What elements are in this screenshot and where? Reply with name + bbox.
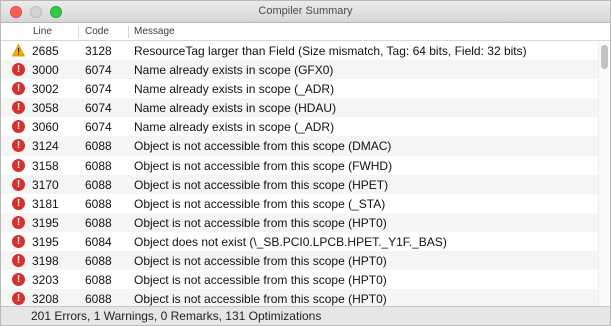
column-header-code[interactable]: Code (85, 26, 109, 37)
table-row[interactable]: ! 3203 6088 Object is not accessible from t… (1, 270, 599, 290)
error-icon: ! (12, 101, 25, 115)
table-header: Line Code Message (1, 23, 610, 41)
row-line-number: 3058 (32, 101, 59, 116)
row-code: 6074 (85, 101, 112, 116)
row-code: 6074 (85, 120, 112, 135)
message-table: 2685 3128 ResourceTag larger than Field (S… (1, 41, 599, 309)
row-line-number: 2685 (32, 44, 59, 58)
row-code: 6088 (85, 273, 112, 288)
error-icon: ! (12, 82, 25, 96)
row-line-number: 3002 (32, 82, 59, 97)
row-message: Object is not accessible from this scope… (134, 177, 389, 192)
row-line-number: 3195 (32, 215, 59, 230)
error-icon: ! (12, 196, 25, 210)
row-line-number: 3158 (32, 158, 59, 173)
row-code: 6088 (85, 292, 112, 307)
row-message: Object is not accessible from this scope… (134, 254, 387, 269)
status-summary: 201 Errors, 1 Warnings, 0 Remarks, 131 O… (31, 309, 322, 323)
status-bar: 201 Errors, 1 Warnings, 0 Remarks, 131 O… (1, 306, 610, 325)
table-row[interactable]: ! 3170 6088 Object is not accessible from t… (1, 174, 599, 194)
row-line-number: 3000 (32, 63, 59, 78)
row-message: Object is not accessible from this scope… (134, 158, 393, 173)
error-icon: ! (12, 139, 25, 153)
row-code: 6088 (85, 177, 112, 192)
row-message: Name already exists in scope (HDAU) (134, 101, 337, 116)
row-message: Name already exists in scope (_ADR) (134, 82, 335, 97)
table-row[interactable]: ! 3195 6088 Object is not accessible from t… (1, 212, 599, 232)
table-row[interactable]: ! 3181 6088 Object is not accessible from t… (1, 193, 599, 213)
column-header-message[interactable]: Message (134, 26, 175, 37)
row-line-number: 3208 (32, 292, 59, 307)
row-message: Object is not accessible from this scope… (134, 292, 387, 307)
error-icon: ! (12, 234, 25, 248)
row-message: ResourceTag larger than Field (Size mism… (134, 44, 527, 58)
row-code: 6088 (85, 254, 112, 269)
row-message: Name already exists in scope (_ADR) (134, 120, 335, 135)
error-icon: ! (12, 292, 25, 306)
error-icon: ! (12, 273, 25, 287)
table-row[interactable]: ! 3058 6074 Name already exists in scope (H… (1, 98, 599, 118)
row-message: Object is not accessible from this scope… (134, 196, 386, 211)
error-icon: ! (12, 120, 25, 134)
error-icon: ! (12, 63, 25, 77)
table-row[interactable]: 2685 3128 ResourceTag larger than Field (S… (1, 41, 599, 61)
table-row[interactable]: ! 3002 6074 Name already exists in scope (_… (1, 79, 599, 99)
error-icon: ! (12, 158, 25, 172)
error-icon: ! (12, 254, 25, 268)
row-code: 6088 (85, 158, 112, 173)
row-code: 6088 (85, 139, 112, 154)
row-message: Object is not accessible from this scope… (134, 273, 387, 288)
row-code: 6074 (85, 63, 112, 78)
row-message: Name already exists in scope (GFX0) (134, 63, 334, 78)
column-divider[interactable] (128, 26, 129, 38)
title-bar[interactable]: Compiler Summary (1, 1, 610, 23)
row-code: 6088 (85, 215, 112, 230)
row-message: Object does not exist (\_SB.PCI0.LPCB.HP… (134, 234, 447, 249)
table-row[interactable]: ! 3124 6088 Object is not accessible from t… (1, 136, 599, 156)
compiler-summary-window: Compiler Summary Line Code Message 2685 3… (0, 0, 611, 326)
warning-icon (12, 44, 25, 57)
column-divider[interactable] (78, 26, 79, 38)
row-message: Object is not accessible from this scope… (134, 215, 387, 230)
row-line-number: 3170 (32, 177, 59, 192)
row-code: 3128 (85, 44, 112, 58)
row-code: 6088 (85, 196, 112, 211)
row-line-number: 3195 (32, 234, 59, 249)
row-line-number: 3181 (32, 196, 59, 211)
column-header-line[interactable]: Line (33, 26, 52, 37)
table-row[interactable]: ! 3195 6084 Object does not exist (\_SB.PCI… (1, 231, 599, 252)
error-icon: ! (12, 215, 25, 229)
table-row[interactable]: ! 3158 6088 Object is not accessible from t… (1, 155, 599, 175)
error-icon: ! (12, 177, 25, 191)
row-message: Object is not accessible from this scope… (134, 139, 392, 154)
row-code: 6074 (85, 82, 112, 97)
table-row[interactable]: ! 3060 6074 Name already exists in scope (_… (1, 117, 599, 137)
vertical-scrollbar[interactable] (598, 41, 609, 309)
row-line-number: 3198 (32, 254, 59, 269)
table-row[interactable]: ! 3000 6074 Name already exists in scope (G… (1, 60, 599, 80)
window-title: Compiler Summary (258, 5, 353, 17)
row-code: 6084 (85, 234, 112, 249)
row-line-number: 3203 (32, 273, 59, 288)
scrollbar-thumb[interactable] (601, 45, 608, 69)
table-row[interactable]: ! 3198 6088 Object is not accessible from t… (1, 251, 599, 271)
row-line-number: 3124 (32, 139, 59, 154)
row-line-number: 3060 (32, 120, 59, 135)
